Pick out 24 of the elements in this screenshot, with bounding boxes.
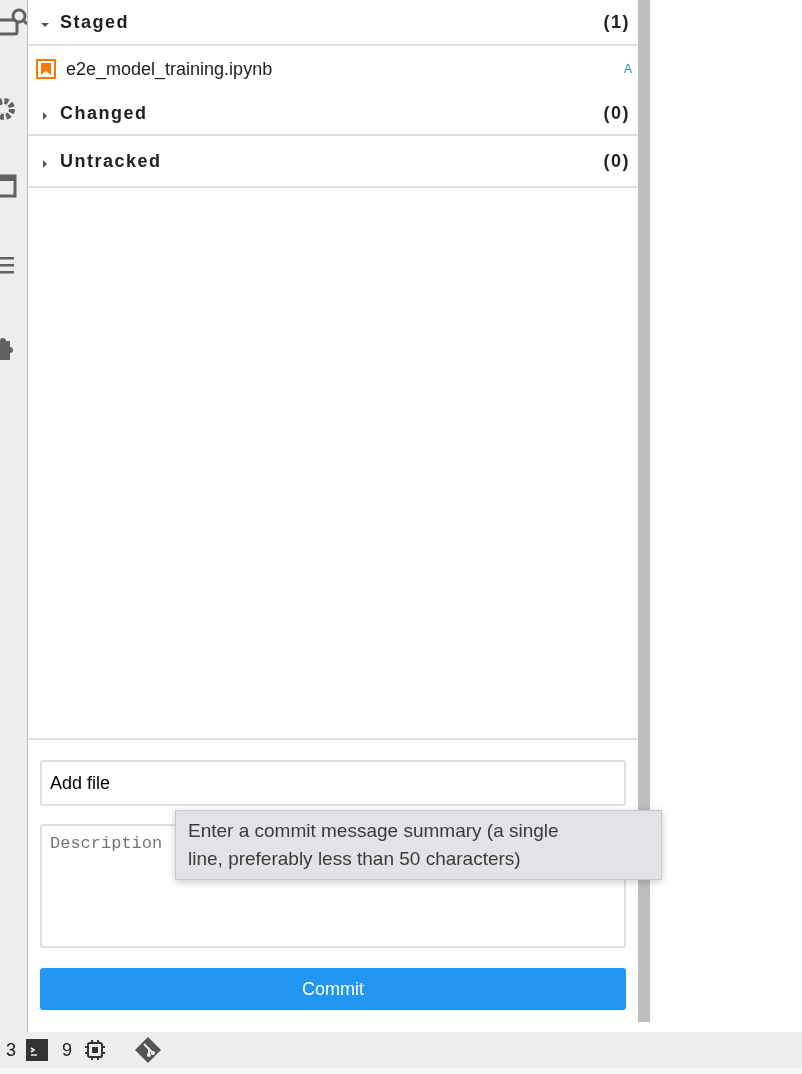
file-status: A xyxy=(624,62,632,76)
section-header[interactable]: Untracked (0) xyxy=(28,136,638,188)
caret-icon xyxy=(40,111,50,121)
file-row[interactable]: e2e_model_training.ipynb A xyxy=(28,46,638,92)
git-icon[interactable] xyxy=(134,1036,163,1064)
kernel-count: 9 xyxy=(62,1039,73,1061)
section-count: (1) xyxy=(603,11,630,33)
section-count: (0) xyxy=(603,150,630,172)
section-title: Untracked xyxy=(60,150,163,172)
terminal-count: 3 xyxy=(6,1039,16,1061)
terminal-icon[interactable] xyxy=(26,1039,48,1061)
file-name: e2e_model_training.ipynb xyxy=(66,58,274,80)
notebook-icon xyxy=(36,59,56,79)
chip-icon[interactable] xyxy=(84,1039,107,1061)
section-header[interactable]: Staged (1) xyxy=(28,0,638,46)
summary-field[interactable]: Add file xyxy=(40,760,626,806)
section-title: Staged xyxy=(60,11,130,33)
search-icon[interactable] xyxy=(0,8,27,38)
tooltip: Enter a commit message summary (a single line, preferably less than 50 characters) xyxy=(175,810,662,880)
caret-icon xyxy=(40,20,50,30)
section-header[interactable]: Changed (0) xyxy=(28,92,638,136)
section-count: (0) xyxy=(603,102,630,124)
caret-icon xyxy=(40,159,50,169)
section-title: Changed xyxy=(60,102,149,124)
